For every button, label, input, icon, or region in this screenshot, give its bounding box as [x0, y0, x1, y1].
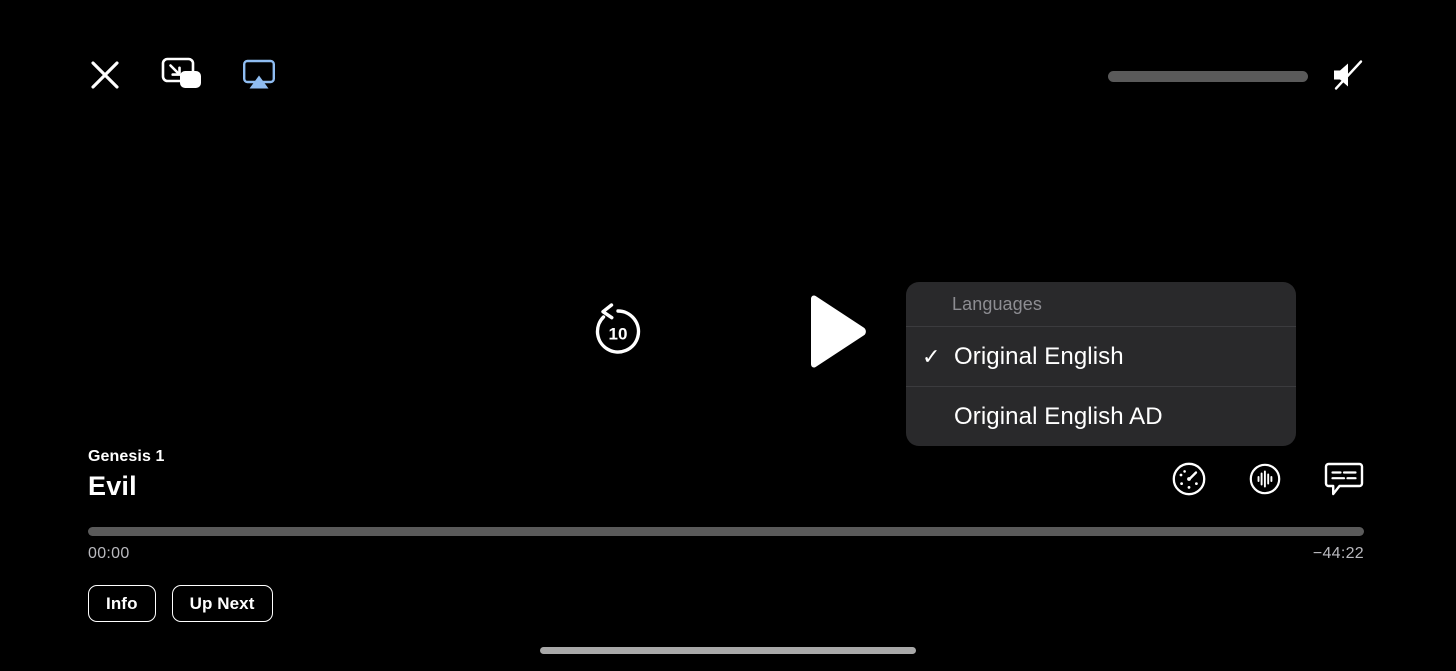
language-option-original-english-ad[interactable]: ✓ Original English AD	[906, 386, 1296, 446]
scrubber-section: 00:00 −44:22	[88, 527, 1364, 563]
now-playing-titles: Genesis 1 Evil	[88, 447, 165, 506]
languages-popup-menu: Languages ✓ Original English ✓ Original …	[906, 282, 1296, 446]
language-option-label: Original English	[954, 342, 1124, 370]
audio-track-button[interactable]	[1249, 463, 1281, 498]
home-indicator[interactable]	[540, 647, 916, 654]
speaker-mute-icon	[1330, 58, 1368, 95]
close-button[interactable]	[88, 58, 122, 95]
video-player-surface: 10 Languages ✓ Original English ✓ Origin…	[0, 0, 1456, 671]
top-bar	[88, 52, 1368, 100]
airplay-button[interactable]	[242, 58, 276, 95]
metadata-row: Genesis 1 Evil	[88, 447, 1364, 506]
skip-back-10-icon: 10	[587, 301, 649, 366]
elapsed-time: 00:00	[88, 545, 130, 562]
skip-back-10-button[interactable]: 10	[587, 301, 649, 366]
playback-speed-icon	[1172, 462, 1206, 499]
play-button[interactable]	[805, 294, 869, 373]
bottom-control-bar: Genesis 1 Evil 00:00 −44:22 Info Up Next	[88, 447, 1364, 622]
language-option-original-english[interactable]: ✓ Original English	[906, 326, 1296, 386]
subtitles-button[interactable]	[1324, 461, 1364, 500]
checkmark-icon: ✓	[922, 343, 941, 369]
mute-button[interactable]	[1330, 58, 1368, 95]
picture-in-picture-icon	[160, 55, 204, 98]
up-next-button[interactable]: Up Next	[171, 585, 273, 622]
bottom-icon-group	[1172, 461, 1364, 506]
remaining-time: −44:22	[1312, 545, 1364, 562]
airplay-icon	[242, 58, 276, 95]
progress-scrubber[interactable]	[88, 527, 1364, 536]
page-title: Evil	[88, 471, 137, 502]
time-row: 00:00 −44:22	[88, 545, 1364, 563]
subtitles-icon	[1324, 461, 1364, 500]
svg-text:10: 10	[609, 325, 628, 344]
top-bar-right-controls	[1108, 52, 1368, 100]
language-option-label: Original English AD	[954, 402, 1163, 430]
play-icon	[805, 294, 869, 373]
checkmark-icon-placeholder: ✓	[922, 406, 952, 428]
top-bar-left-controls	[88, 52, 276, 100]
chip-button-row: Info Up Next	[88, 585, 1364, 622]
series-title: Genesis 1	[88, 448, 165, 466]
audio-waveform-icon	[1249, 463, 1281, 498]
picture-in-picture-button[interactable]	[160, 55, 204, 98]
playback-speed-button[interactable]	[1172, 462, 1206, 499]
info-button[interactable]: Info	[88, 585, 156, 622]
languages-popup-header: Languages	[952, 293, 1042, 314]
volume-slider[interactable]	[1108, 70, 1308, 82]
close-x-icon	[88, 58, 122, 95]
